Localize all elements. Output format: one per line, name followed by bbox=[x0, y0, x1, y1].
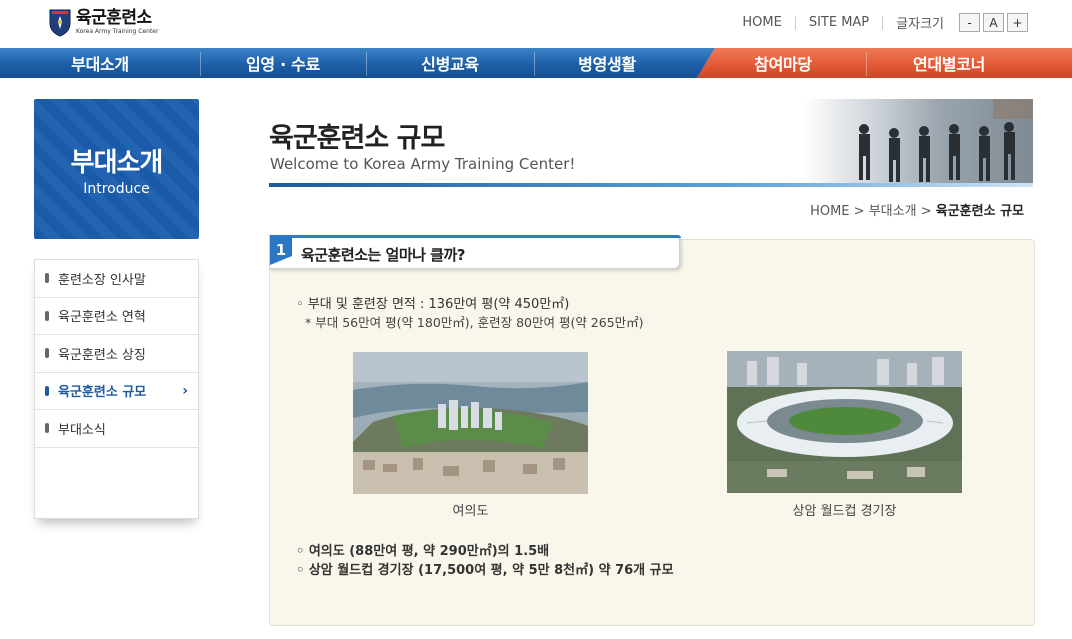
font-size-controls: - A + bbox=[956, 13, 1028, 32]
bullet-icon bbox=[45, 310, 49, 321]
breadcrumb-home[interactable]: HOME bbox=[810, 204, 849, 219]
breadcrumb-level1[interactable]: 부대소개 bbox=[869, 204, 917, 219]
page-subtitle: Welcome to Korea Army Training Center! bbox=[270, 155, 576, 173]
section-title-ko: 부대소개 bbox=[70, 147, 164, 178]
sitemap-link[interactable]: SITE MAP bbox=[809, 15, 869, 30]
area-summary: ◦ 부대 및 훈련장 면적 : 136만여 평(약 450만㎡) bbox=[296, 297, 570, 312]
side-item-history[interactable]: 육군훈련소 연혁 bbox=[35, 298, 198, 335]
site-logo[interactable]: 육군훈련소 Korea Army Training Center bbox=[48, 7, 158, 37]
title-underline bbox=[269, 183, 1033, 187]
side-menu: 훈련소장 인사말 육군훈련소 연혁 육군훈련소 상징 육군훈련소 규모 › 부대… bbox=[34, 259, 199, 519]
bullet-icon bbox=[45, 348, 49, 359]
font-decrease-button[interactable]: - bbox=[959, 13, 980, 32]
section-heading-label: 육군훈련소는 얼마나 클까? bbox=[301, 246, 465, 264]
section-heading: 1 육군훈련소는 얼마나 클까? bbox=[269, 235, 681, 269]
section-heading-bar bbox=[270, 235, 681, 238]
side-item-scale[interactable]: 육군훈련소 규모 › bbox=[35, 373, 198, 410]
bullet-icon bbox=[45, 273, 49, 284]
side-item-label: 육군훈련소 연혁 bbox=[58, 310, 146, 326]
breadcrumb-current: 육군훈련소 규모 bbox=[935, 204, 1024, 219]
side-item-label: 육군훈련소 상징 bbox=[58, 347, 146, 363]
section-title-block: 부대소개 Introduce bbox=[34, 99, 199, 239]
yeouido-aerial-photo bbox=[353, 352, 588, 494]
utility-menu: HOME SITE MAP 글자크기 - A + bbox=[742, 13, 1028, 32]
area-detail: * 부대 56만여 평(약 180만㎡), 훈련장 80만여 평(약 265만㎡… bbox=[305, 315, 644, 330]
side-item-news[interactable]: 부대소식 bbox=[35, 410, 198, 448]
font-size-label: 글자크기 bbox=[896, 17, 944, 32]
nav-item-regiment-corner[interactable]: 연대별코너 bbox=[866, 48, 1032, 78]
nav-item-training[interactable]: 신병교육 bbox=[366, 48, 534, 78]
section-title-en: Introduce bbox=[83, 180, 150, 197]
yeouido-comparison: ◦ 여의도 (88만여 평, 약 290만㎡)의 1.5배 bbox=[296, 544, 550, 559]
logo-subtitle: Korea Army Training Center bbox=[76, 27, 159, 35]
font-increase-button[interactable]: + bbox=[1007, 13, 1028, 32]
bullet-icon bbox=[45, 423, 49, 434]
side-item-greeting[interactable]: 훈련소장 인사말 bbox=[35, 260, 198, 298]
nav-item-enlist[interactable]: 입영 · 수료 bbox=[200, 48, 366, 78]
breadcrumb-sep: > bbox=[920, 204, 932, 219]
breadcrumb: HOME > 부대소개 > 육군훈련소 규모 bbox=[810, 200, 1024, 219]
world-cup-stadium-photo bbox=[727, 351, 962, 493]
divider bbox=[882, 15, 884, 30]
army-emblem-icon bbox=[48, 7, 72, 37]
yeouido-caption: 여의도 bbox=[452, 504, 489, 519]
world-cup-stadium-caption: 상암 월드컵 경기장 bbox=[792, 504, 897, 519]
nav-item-barracks-life[interactable]: 병영생활 bbox=[534, 48, 680, 78]
side-item-label: 육군훈련소 규모 bbox=[58, 385, 147, 401]
stadium-comparison: ◦ 상암 월드컵 경기장 (17,500여 평, 약 5만 8천㎡) 약 76개… bbox=[296, 563, 674, 578]
chevron-right-icon: › bbox=[182, 382, 188, 399]
side-item-label: 부대소식 bbox=[58, 422, 106, 438]
side-item-label: 훈련소장 인사말 bbox=[58, 272, 146, 288]
page-title: 육군훈련소 규모 bbox=[269, 123, 445, 154]
section-number: 1 bbox=[270, 235, 292, 265]
breadcrumb-sep: > bbox=[853, 204, 865, 219]
logo-title: 육군훈련소 bbox=[76, 7, 152, 28]
side-item-symbol[interactable]: 육군훈련소 상징 bbox=[35, 335, 198, 373]
nav-item-unit-intro[interactable]: 부대소개 bbox=[0, 48, 200, 78]
global-nav: 부대소개 입영 · 수료 신병교육 병영생활 참여마당 연대별코너 bbox=[0, 48, 1072, 78]
font-reset-button[interactable]: A bbox=[983, 13, 1004, 32]
nav-item-participation[interactable]: 참여마당 bbox=[700, 48, 866, 78]
home-link[interactable]: HOME bbox=[742, 15, 781, 30]
bullet-icon bbox=[45, 385, 49, 396]
divider bbox=[794, 15, 796, 30]
soldiers-banner-image bbox=[803, 99, 1033, 183]
